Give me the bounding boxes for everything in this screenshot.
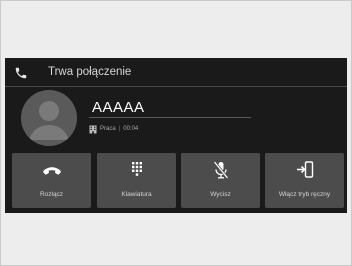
call-duration: 00:04 [123,126,139,132]
keypad-button[interactable]: Klawiatura [97,153,176,208]
caller-name: AAAAA [92,99,145,116]
building-icon [89,125,97,133]
hang-up-icon [42,167,61,175]
mute-label: Wycisz [210,191,231,198]
phone-icon [15,67,27,79]
call-action-bar: Rozłącz Klawiatura Wycisz Włącz tryb ręc… [12,153,344,208]
figure-frame: Trwa połączenie AAAAA Praca | 00:04 Rozł… [0,0,352,266]
hang-up-button[interactable]: Rozłącz [12,153,91,208]
call-status-title: Trwa połączenie [48,66,132,78]
call-header: Trwa połączenie [5,58,347,87]
handset-mode-button[interactable]: Włącz tryb ręczny [265,153,344,208]
hang-up-label: Rozłącz [39,191,64,198]
number-type-label: Praca [100,126,116,132]
keypad-label: Klawiatura [121,191,152,198]
mute-button[interactable]: Wycisz [181,153,260,208]
handset-mode-label: Włącz tryb ręczny [278,191,331,198]
meta-separator: | [118,126,121,132]
name-divider [89,117,251,118]
call-meta: Praca | 00:04 [89,124,138,134]
caller-avatar [21,90,77,146]
person-icon [21,90,77,146]
handset-transfer-icon [296,161,313,178]
call-screen: Trwa połączenie AAAAA Praca | 00:04 Rozł… [5,58,347,213]
microphone-muted-icon [212,161,229,179]
keypad-icon [131,162,142,176]
